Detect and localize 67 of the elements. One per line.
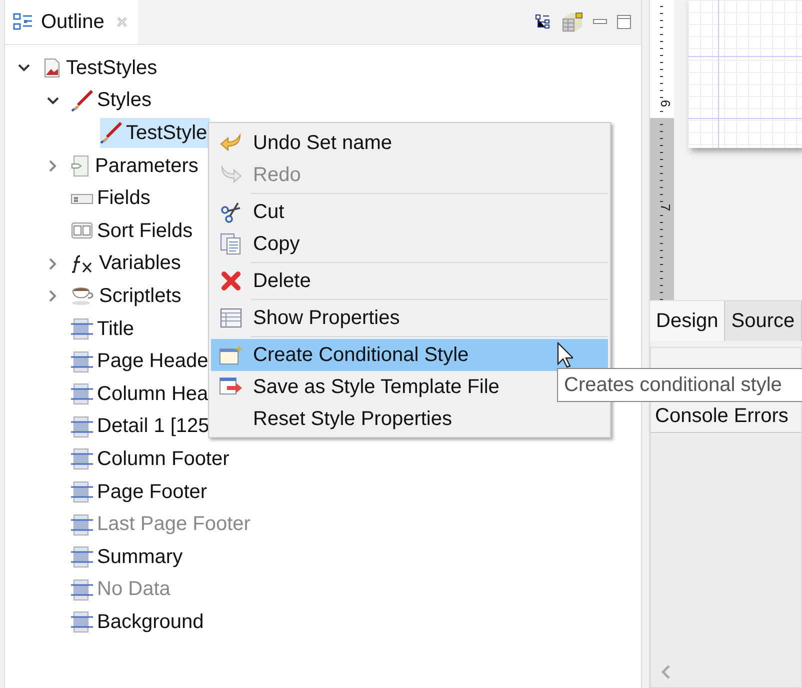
tree-item[interactable]: Title: [71, 314, 138, 344]
close-icon[interactable]: [116, 16, 128, 28]
band-icon: [71, 546, 93, 568]
band-icon: [71, 350, 93, 373]
undo-arrow-icon: [220, 133, 242, 153]
expand-chevron-icon[interactable]: [49, 290, 57, 302]
band-icon: [71, 514, 93, 536]
editor-tab[interactable]: Source: [725, 301, 802, 341]
new-window-icon: [219, 344, 243, 366]
minimize-icon[interactable]: [593, 19, 607, 25]
tree-item[interactable]: Page Footer: [71, 477, 210, 508]
menu-item[interactable]: Create Conditional Style: [211, 339, 608, 371]
coffee-cup-icon: [71, 286, 95, 306]
tree-icon[interactable]: [535, 14, 551, 30]
tree-item[interactable]: Column Footer: [71, 444, 232, 474]
parameter-icon: [71, 155, 91, 178]
band-icon: [71, 416, 93, 438]
menu-item[interactable]: Copy: [211, 228, 556, 260]
menu-item[interactable]: Undo Set name: [211, 127, 556, 159]
tree-item[interactable]: Column Hea: [71, 379, 212, 410]
expand-chevron-icon[interactable]: [49, 160, 57, 172]
maximize-icon[interactable]: [617, 15, 631, 29]
menu-item[interactable]: Reset Style Properties: [211, 403, 556, 435]
menu-item[interactable]: Cut: [211, 196, 556, 228]
table-icon: [220, 308, 242, 328]
band-icon: [71, 383, 93, 406]
tree-item[interactable]: Background: [71, 607, 207, 638]
tree-item[interactable]: Fields: [71, 184, 154, 214]
menu-item[interactable]: Show Properties: [211, 302, 556, 334]
tree-item[interactable]: Scriptlets: [71, 281, 184, 312]
tree-item[interactable]: TestStyles: [42, 53, 160, 84]
copy-icon: [220, 233, 242, 255]
paintbrush-icon: [71, 90, 93, 112]
tree-item[interactable]: Parameters: [71, 151, 202, 182]
tree-item[interactable]: Summary: [71, 542, 186, 572]
tree-item[interactable]: Styles: [71, 86, 154, 116]
outline-icon: [13, 12, 33, 32]
redo-arrow-icon: [220, 165, 242, 185]
sort-icon: [71, 221, 93, 242]
band-icon: [71, 448, 93, 470]
tree-item[interactable]: Variables: [71, 248, 184, 279]
scroll-left-icon[interactable]: [661, 665, 671, 679]
report-icon: [42, 58, 62, 78]
tree-item[interactable]: Page Heade: [71, 346, 212, 377]
paintbrush-icon: [100, 122, 122, 144]
delete-x-icon: [221, 271, 241, 291]
collapse-chevron-icon[interactable]: [47, 96, 59, 105]
tree-item[interactable]: Sort Fields: [71, 216, 196, 246]
menu-item[interactable]: Save as Style Template File: [211, 371, 556, 403]
editor-tab[interactable]: Design: [650, 301, 726, 341]
menu-item[interactable]: Delete: [211, 265, 556, 297]
band-icon: [71, 481, 93, 504]
tree-item[interactable]: Detail 1 [125: [71, 412, 212, 442]
collapse-chevron-icon[interactable]: [18, 64, 30, 72]
expand-chevron-icon[interactable]: [49, 258, 57, 270]
tooltip: Creates conditional style: [557, 368, 802, 402]
mouse-pointer-icon: [557, 342, 573, 368]
outline-tab[interactable]: Outline: [5, 0, 138, 44]
table-icon[interactable]: [561, 12, 583, 32]
tree-item[interactable]: TestStyle: [100, 118, 210, 148]
band-icon: [71, 318, 93, 340]
scissors-icon: [220, 201, 242, 223]
band-icon: [71, 578, 93, 601]
field-icon: [71, 192, 93, 205]
band-icon: [71, 611, 93, 634]
panel-title: Console Errors: [655, 405, 788, 428]
ruler-label: 6: [658, 100, 674, 108]
